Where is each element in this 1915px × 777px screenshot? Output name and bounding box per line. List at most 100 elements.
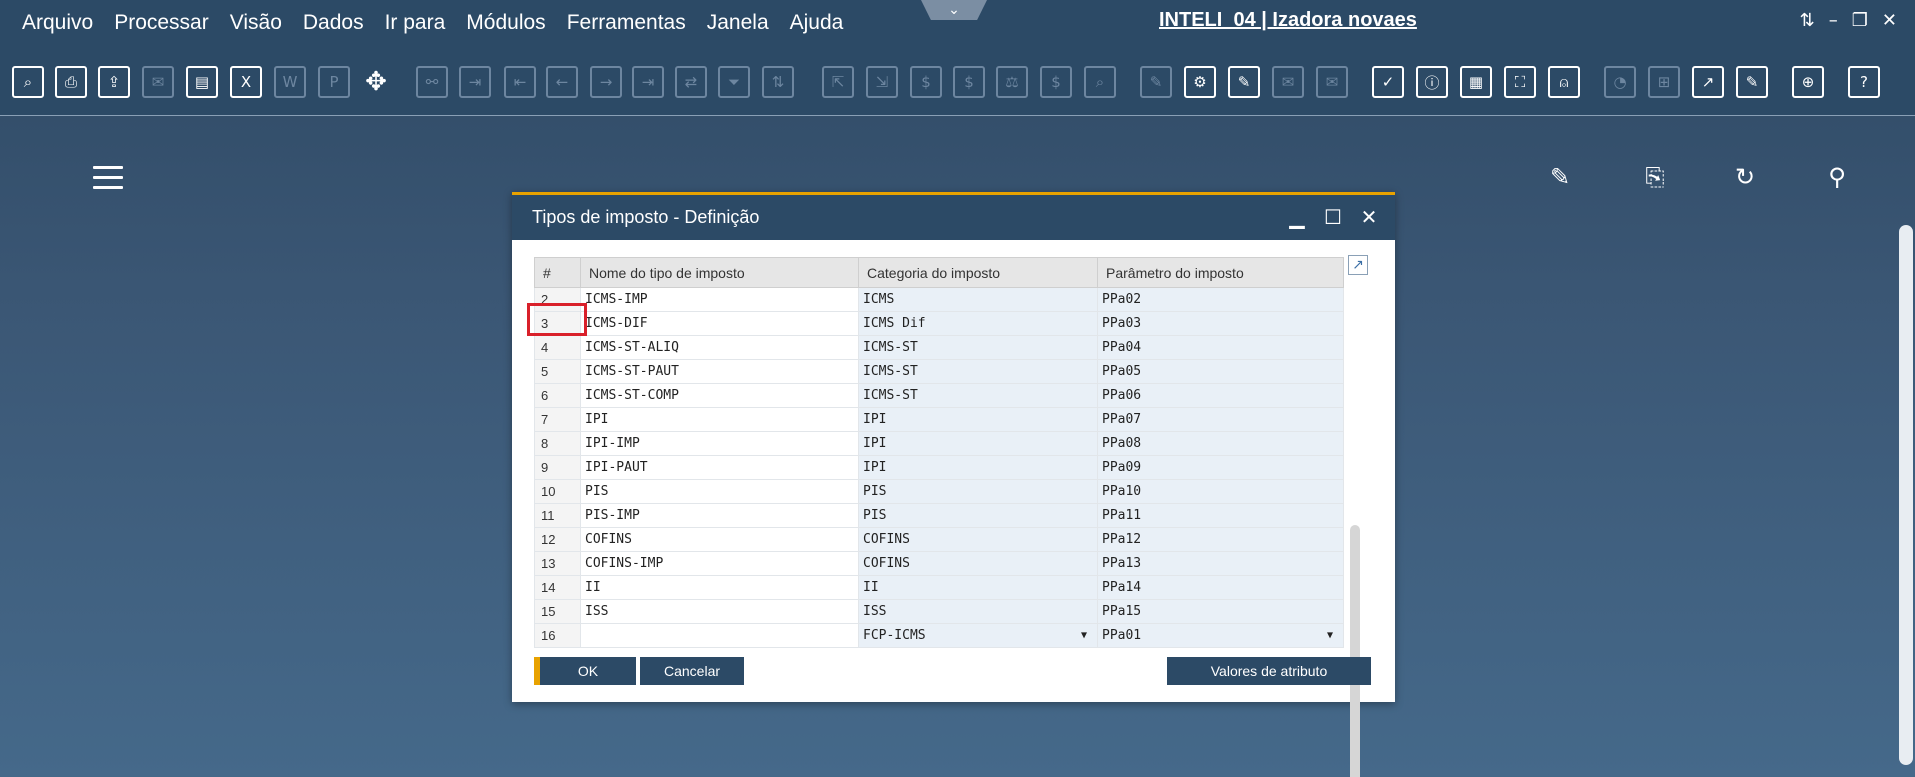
form-settings-icon[interactable]: ✎: [1228, 66, 1260, 98]
dialog-close-icon[interactable]: ✕: [1359, 205, 1379, 230]
tax-category-cell[interactable]: COFINS: [858, 527, 1098, 552]
message-icon[interactable]: ✉: [1272, 66, 1304, 98]
tax-category-cell[interactable]: FCP-ICMS ▼: [858, 623, 1098, 648]
menu-ferramentas[interactable]: Ferramentas: [567, 11, 686, 35]
tax-type-name-cell[interactable]: PIS: [580, 479, 859, 504]
tax-type-name-cell[interactable]: ICMS-ST-COMP: [580, 383, 859, 408]
expand-icon[interactable]: ↗: [1348, 255, 1368, 275]
table-row[interactable]: 8 IPI-IMP IPI PPa08: [534, 431, 1344, 456]
tax-parameter-cell[interactable]: PPa14: [1097, 575, 1344, 600]
swap-icon[interactable]: ⇄: [675, 66, 707, 98]
column-header-name[interactable]: Nome do tipo de imposto: [580, 257, 859, 288]
grid-scrollbar[interactable]: [1350, 525, 1360, 777]
tax-type-name-cell[interactable]: ISS: [580, 599, 859, 624]
table-row[interactable]: 5 ICMS-ST-PAUT ICMS-ST PPa05: [534, 359, 1344, 384]
tax-parameter-cell[interactable]: PPa08: [1097, 431, 1344, 456]
word-icon[interactable]: W: [274, 66, 306, 98]
tax-category-cell[interactable]: PIS: [858, 503, 1098, 528]
hamburger-menu-icon[interactable]: [93, 166, 123, 190]
table-row[interactable]: 3 ICMS-DIF ICMS Dif PPa03: [534, 311, 1344, 336]
add-icon[interactable]: ⇥: [459, 66, 491, 98]
tax-type-name-cell[interactable]: ICMS-ST-PAUT: [580, 359, 859, 384]
table-row[interactable]: 2 ICMS-IMP ICMS PPa02: [534, 287, 1344, 312]
approval-icon[interactable]: ✓: [1372, 66, 1404, 98]
table-row[interactable]: 4 ICMS-ST-ALIQ ICMS-ST PPa04: [534, 335, 1344, 360]
menu-modulos[interactable]: Módulos: [466, 11, 545, 35]
close-icon[interactable]: ✕: [1882, 10, 1897, 31]
tax-category-cell[interactable]: ICMS-ST: [858, 383, 1098, 408]
tax-parameter-cell[interactable]: PPa09: [1097, 455, 1344, 480]
pencil-icon[interactable]: ✎: [1545, 162, 1575, 192]
tax-parameter-cell[interactable]: PPa12: [1097, 527, 1344, 552]
excel-icon[interactable]: X: [230, 66, 262, 98]
tax-category-cell[interactable]: II: [858, 575, 1098, 600]
page-scrollbar[interactable]: [1899, 225, 1913, 765]
tax-type-name-cell[interactable]: IPI-PAUT: [580, 455, 859, 480]
collapse-toolbar-icon[interactable]: ⌄: [921, 0, 987, 20]
fax-icon[interactable]: ▤: [186, 66, 218, 98]
tax-type-name-cell[interactable]: COFINS: [580, 527, 859, 552]
column-header-number[interactable]: #: [534, 257, 581, 288]
tax-category-cell[interactable]: IPI: [858, 407, 1098, 432]
ok-button[interactable]: OK: [540, 657, 636, 685]
tax-type-name-cell[interactable]: II: [580, 575, 859, 600]
sort-icon-top[interactable]: ⇅: [1800, 10, 1815, 31]
tax-parameter-cell[interactable]: PPa02: [1097, 287, 1344, 312]
table-row[interactable]: 12 COFINS COFINS PPa12: [534, 527, 1344, 552]
tax-category-cell[interactable]: IPI: [858, 455, 1098, 480]
tax-parameter-cell[interactable]: PPa11: [1097, 503, 1344, 528]
tax-type-name-cell[interactable]: COFINS-IMP: [580, 551, 859, 576]
tax-category-cell[interactable]: ICMS: [858, 287, 1098, 312]
tax-parameter-cell[interactable]: PPa15: [1097, 599, 1344, 624]
search-icon[interactable]: ⚲: [1822, 162, 1852, 192]
report-icon[interactable]: ✎: [1736, 66, 1768, 98]
tax-parameter-cell[interactable]: PPa05: [1097, 359, 1344, 384]
dropdown-arrow-icon[interactable]: ▼: [1327, 630, 1333, 641]
payment-icon[interactable]: $: [910, 66, 942, 98]
tax-category-cell[interactable]: ISS: [858, 599, 1098, 624]
balance-icon[interactable]: ⚖: [996, 66, 1028, 98]
tax-category-cell[interactable]: COFINS: [858, 551, 1098, 576]
table-row[interactable]: 16 FCP-ICMS ▼ PPa01 ▼: [534, 623, 1344, 648]
tax-category-cell[interactable]: ICMS-ST: [858, 335, 1098, 360]
tax-parameter-cell[interactable]: PPa10: [1097, 479, 1344, 504]
info-icon[interactable]: ⓘ: [1416, 66, 1448, 98]
edit-icon[interactable]: ✎: [1140, 66, 1172, 98]
settings-icon[interactable]: ⚙: [1184, 66, 1216, 98]
refresh-icon[interactable]: ↻: [1730, 162, 1760, 192]
dialog-minimize-icon[interactable]: ▁: [1287, 205, 1307, 230]
menu-processar[interactable]: Processar: [114, 11, 209, 35]
tax-type-name-cell[interactable]: ICMS-IMP: [580, 287, 859, 312]
print-icon[interactable]: ⎙: [55, 66, 87, 98]
tax-category-cell[interactable]: ICMS Dif: [858, 311, 1098, 336]
table-row[interactable]: 14 II II PPa14: [534, 575, 1344, 600]
menu-janela[interactable]: Janela: [707, 11, 769, 35]
money-icon[interactable]: $: [953, 66, 985, 98]
email-icon[interactable]: ✉: [142, 66, 174, 98]
tax-parameter-cell[interactable]: PPa07: [1097, 407, 1344, 432]
open-box-icon[interactable]: ⎘: [1640, 162, 1670, 192]
tax-parameter-cell[interactable]: PPa04: [1097, 335, 1344, 360]
filter-icon[interactable]: ⏷: [718, 66, 750, 98]
preview-icon[interactable]: ⌕: [12, 66, 44, 98]
dropdown-arrow-icon[interactable]: ▼: [1081, 630, 1087, 641]
app-title[interactable]: INTELI_04 | Izadora novaes: [1159, 9, 1417, 32]
tax-parameter-cell[interactable]: PPa06: [1097, 383, 1344, 408]
tax-type-name-cell[interactable]: ICMS-ST-ALIQ: [580, 335, 859, 360]
menu-ir-para[interactable]: Ir para: [385, 11, 446, 35]
move-icon[interactable]: ✥: [360, 66, 392, 98]
table-row[interactable]: 9 IPI-PAUT IPI PPa09: [534, 455, 1344, 480]
last-record-icon[interactable]: ⇥: [632, 66, 664, 98]
calculator-icon[interactable]: ▦: [1460, 66, 1492, 98]
tax-category-cell[interactable]: PIS: [858, 479, 1098, 504]
table-row[interactable]: 10 PIS PIS PPa10: [534, 479, 1344, 504]
dialog-maximize-icon[interactable]: ☐: [1323, 205, 1343, 230]
minimize-icon[interactable]: –: [1829, 10, 1838, 31]
base-document-icon[interactable]: ⇱: [822, 66, 854, 98]
find-icon[interactable]: ⚯: [416, 66, 448, 98]
send-icon[interactable]: ⇪: [98, 66, 130, 98]
table-row[interactable]: 7 IPI IPI PPa07: [534, 407, 1344, 432]
tax-type-name-cell[interactable]: ICMS-DIF: [580, 311, 859, 336]
tax-type-name-cell[interactable]: [580, 623, 859, 648]
sort-icon[interactable]: ⇅: [762, 66, 794, 98]
